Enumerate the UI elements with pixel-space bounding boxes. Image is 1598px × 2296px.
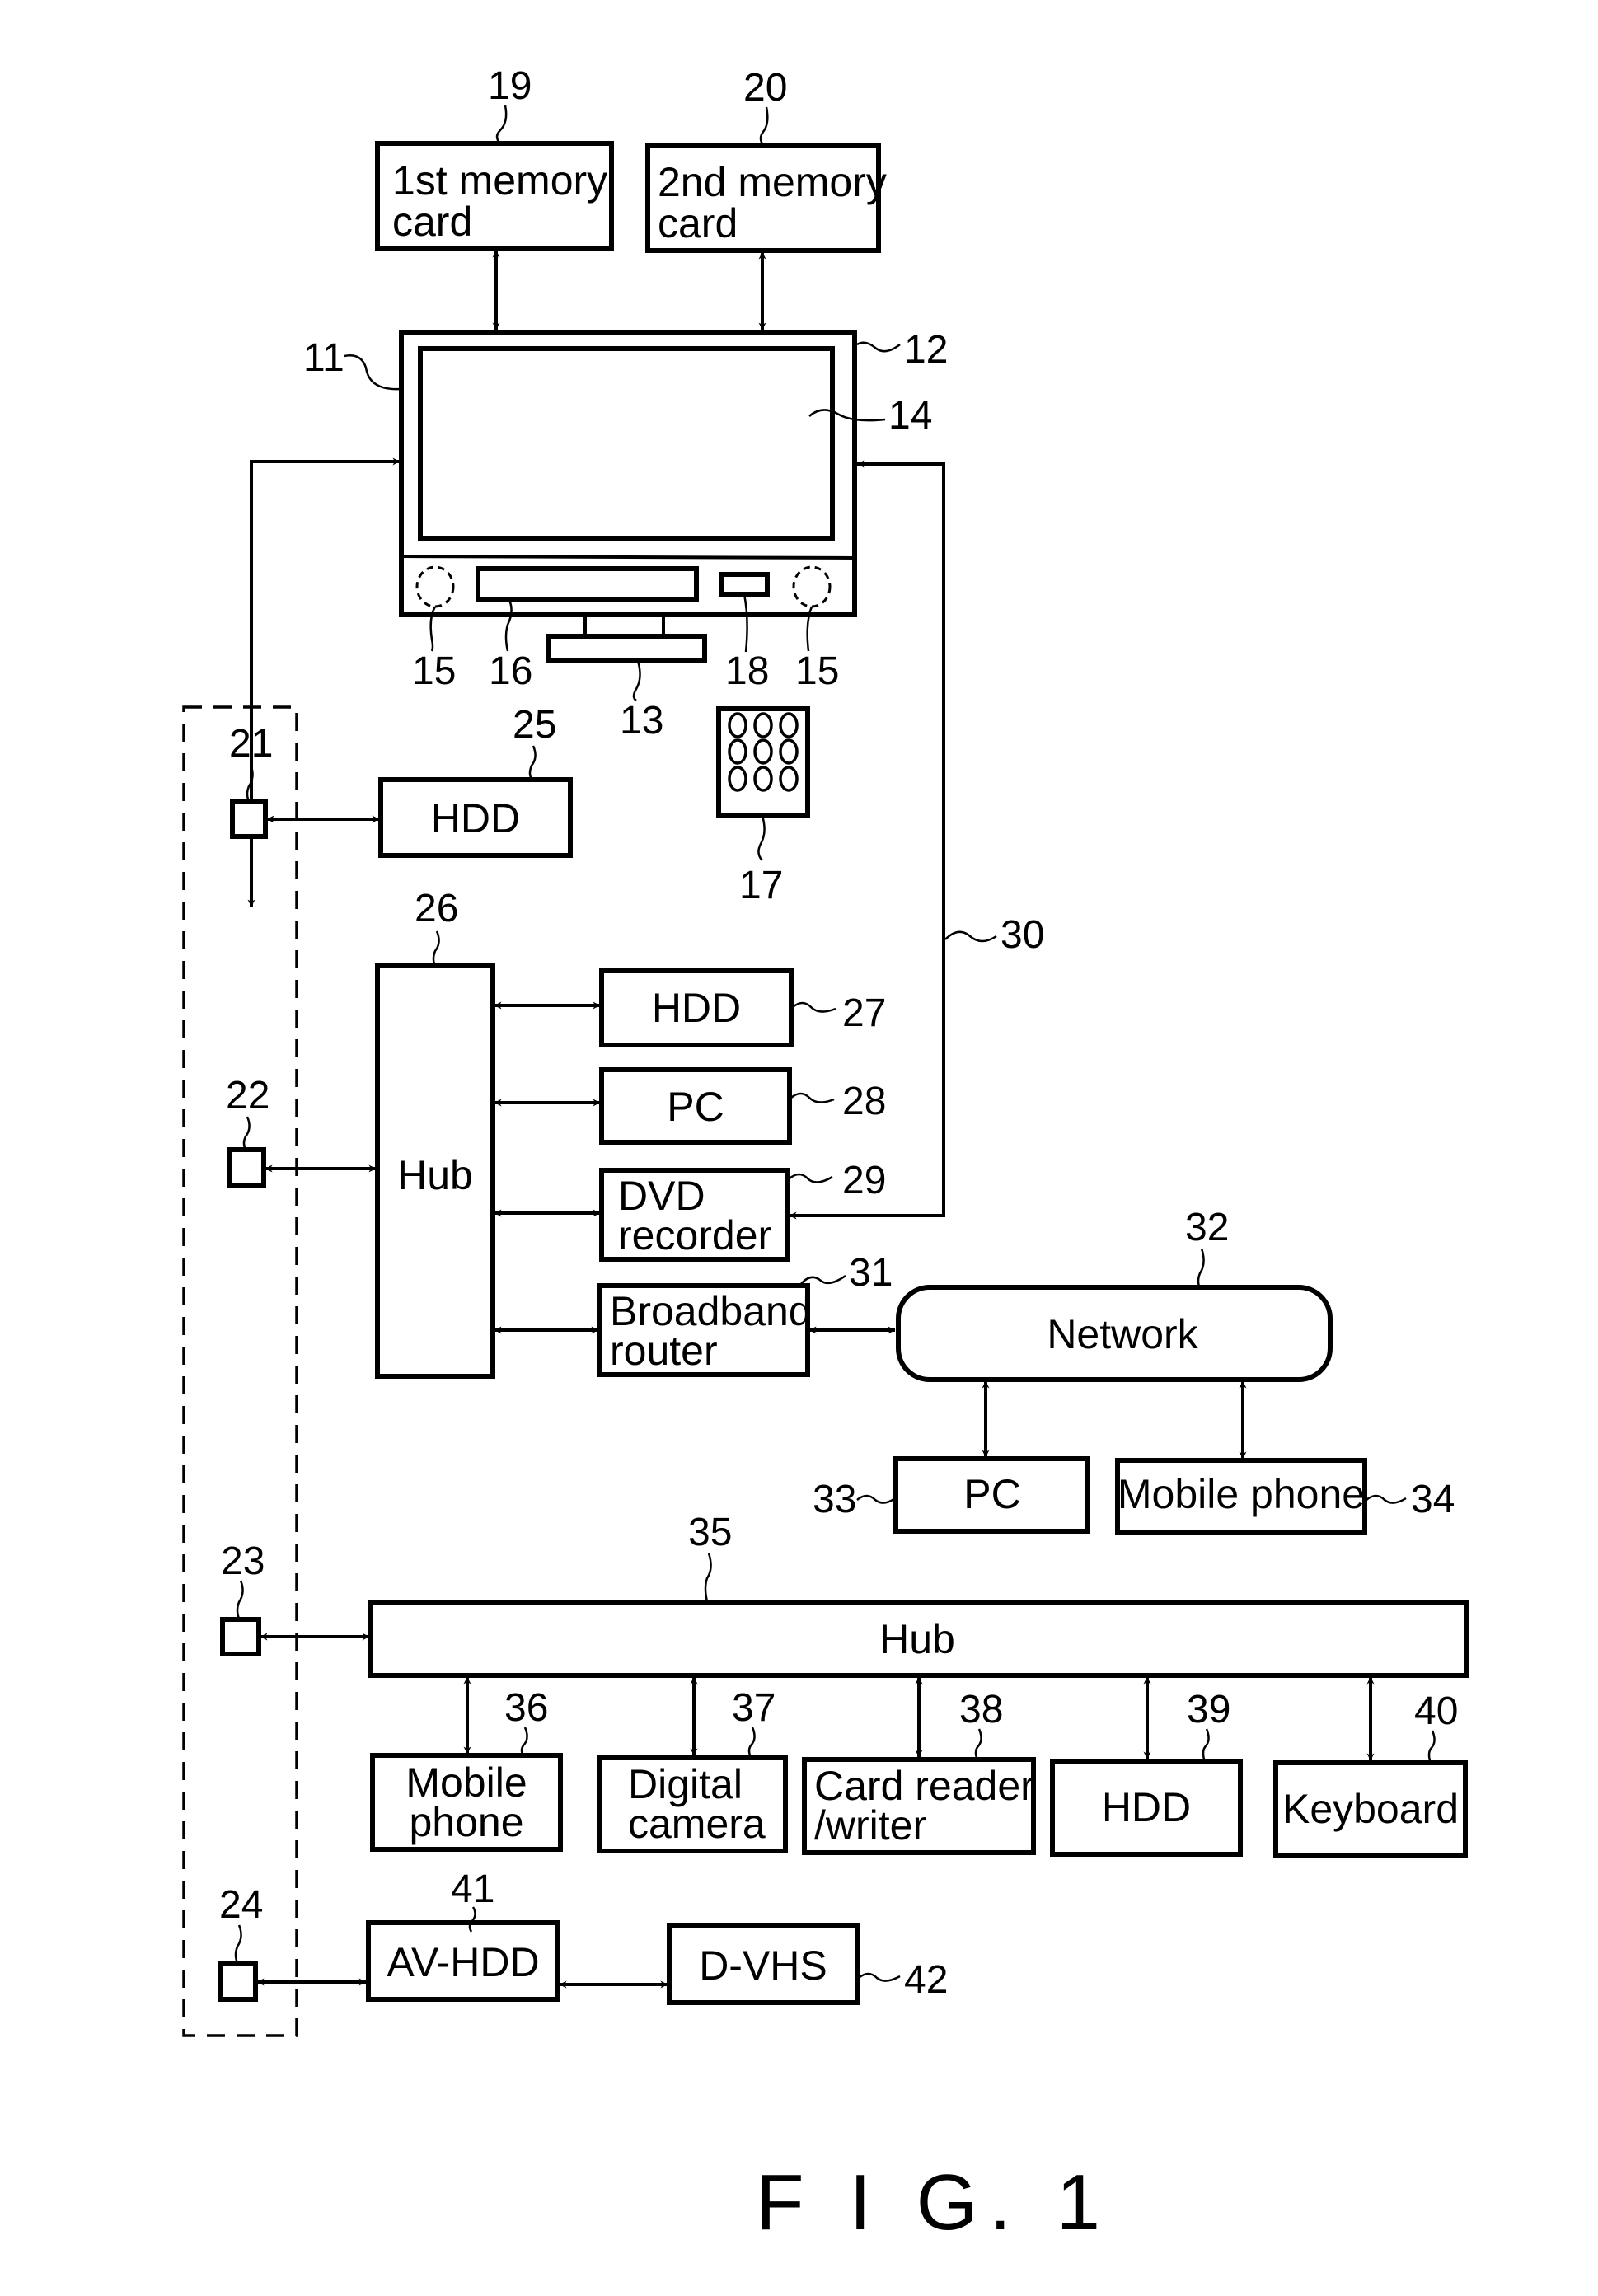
memory-card-1-label-line1: 1st memory [392, 157, 607, 204]
tv-stand [546, 634, 707, 663]
port-21[interactable] [230, 799, 268, 839]
ref-19: 19 [488, 64, 532, 108]
ref-24: 24 [219, 1883, 263, 1927]
ref-21: 21 [229, 722, 273, 766]
remote-receiver [719, 572, 770, 597]
router-31-label-line2: router [610, 1328, 718, 1374]
ref-14: 14 [888, 394, 932, 438]
ref-29: 29 [842, 1159, 886, 1202]
ref-20: 20 [743, 66, 787, 110]
ref-17: 17 [739, 864, 783, 907]
avhdd-41-label: AV-HDD [387, 1939, 539, 1985]
cardrw-38-label-line2: /writer [814, 1802, 926, 1849]
hdd-39-label: HDD [1102, 1784, 1191, 1830]
dvd-recorder-29-block: DVD recorder 29 [599, 1159, 886, 1262]
dvd-29-label-line2: recorder [618, 1212, 771, 1258]
mobile-34-label: Mobile phone [1118, 1471, 1365, 1517]
tv-left-link [250, 457, 401, 907]
av-hdd-41-block: AV-HDD 41 [366, 1867, 560, 2002]
memory-card-2-block: 2nd memory card 20 [645, 66, 887, 253]
ref-33: 33 [813, 1478, 856, 1521]
memory-card-1-block: 1st memory card 19 [375, 64, 614, 251]
camera-37-label-line2: camera [628, 1801, 766, 1847]
ref-36: 36 [504, 1686, 548, 1730]
dvhs-42-label: D-VHS [699, 1942, 827, 1989]
ref-42: 42 [904, 1958, 948, 2002]
tv-screen [418, 346, 835, 541]
ref-15-left: 15 [412, 649, 456, 693]
d-vhs-42-block: D-VHS 42 [667, 1923, 948, 2005]
hdd-25-block: HDD 25 [378, 703, 573, 858]
ref-34: 34 [1411, 1478, 1455, 1521]
ref-38: 38 [959, 1688, 1003, 1731]
block-diagram: 1st memory card 19 2nd memory card 20 11… [182, 64, 1469, 2247]
ref-26: 26 [415, 887, 458, 930]
hdd-25-label: HDD [431, 795, 520, 841]
hub-26-label: Hub [397, 1152, 473, 1198]
mobile-36-label-line2: phone [409, 1799, 523, 1845]
network-32-label: Network [1047, 1311, 1198, 1357]
port-24[interactable] [218, 1961, 258, 2002]
keyboard-40-label: Keyboard [1282, 1786, 1459, 1832]
ref-16: 16 [489, 649, 532, 693]
ref-41: 41 [451, 1867, 494, 1911]
ref-23: 23 [221, 1539, 265, 1583]
ref-13: 13 [620, 699, 663, 743]
hdd-27-label: HDD [652, 985, 741, 1031]
hdd-27-block: HDD 27 [599, 968, 886, 1047]
pc-28-label: PC [667, 1084, 724, 1130]
ref-32: 32 [1185, 1206, 1229, 1249]
ref-28: 28 [842, 1080, 886, 1123]
interface-group [182, 705, 298, 2037]
ref-22: 22 [226, 1074, 269, 1118]
ref-15-right: 15 [795, 649, 839, 693]
port-23[interactable] [220, 1617, 261, 1656]
pc-33-label: PC [963, 1471, 1020, 1517]
network-32-block: Network 32 [896, 1206, 1333, 1382]
broadband-router-31-block: Broadband router 31 [597, 1251, 893, 1377]
memory-card-1-label-line2: card [392, 199, 472, 245]
figure-caption: F I G. 1 [756, 2158, 1112, 2247]
ref-11: 11 [303, 336, 344, 380]
tv-set [399, 330, 857, 663]
ref-31: 31 [849, 1251, 893, 1295]
ref-27: 27 [842, 991, 886, 1035]
mobile-phone-34-block: Mobile phone 34 [1115, 1458, 1455, 1535]
ref-25: 25 [513, 703, 556, 747]
ref-12: 12 [904, 328, 948, 372]
pc-33-block: PC 33 [813, 1456, 1090, 1534]
hub-35-label: Hub [879, 1616, 955, 1662]
hub-26-block: Hub 26 [375, 887, 495, 1379]
ref-18: 18 [725, 649, 769, 693]
display-panel [476, 566, 699, 602]
port-22[interactable] [227, 1147, 266, 1188]
ref-40: 40 [1414, 1689, 1458, 1733]
ref-30: 30 [1001, 913, 1044, 957]
pc-28-block: PC 28 [599, 1067, 886, 1145]
memory-card-2-label-line1: 2nd memory [658, 159, 887, 205]
ref-37: 37 [732, 1686, 776, 1730]
remote-control: 17 [716, 706, 810, 907]
memory-card-2-label-line2: card [658, 200, 738, 246]
ref-39: 39 [1187, 1688, 1230, 1731]
ref-35: 35 [688, 1511, 732, 1554]
